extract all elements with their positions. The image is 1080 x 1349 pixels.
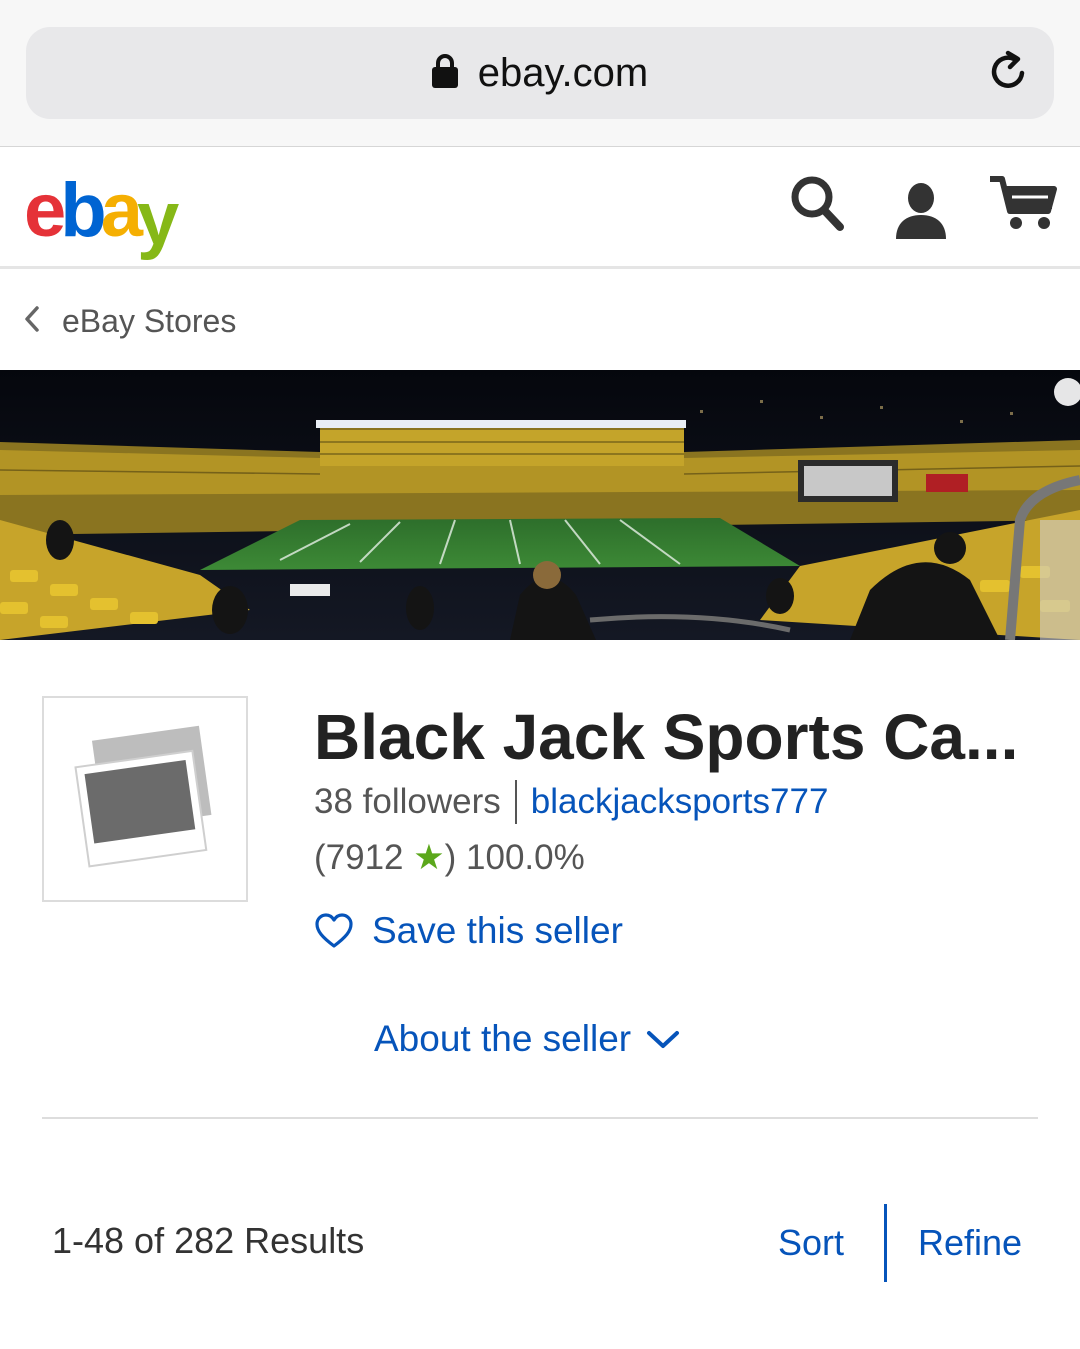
reload-icon[interactable] [986, 49, 1032, 95]
feedback-count: (7912 [314, 838, 414, 877]
save-seller-button[interactable]: Save this seller [314, 910, 623, 952]
store-name: Black Jack Sports Ca... [314, 701, 1019, 773]
sort-refine-divider [884, 1204, 887, 1282]
feedback-percentage: ) 100.0% [444, 838, 585, 877]
star-icon: ★ [413, 838, 445, 877]
seller-feedback[interactable]: (7912 ★) 100.0% [314, 838, 585, 878]
browser-chrome: ebay.com [0, 0, 1080, 147]
section-divider [42, 1117, 1038, 1119]
results-count: 1-48 of 282 Results [52, 1220, 365, 1261]
address-bar[interactable]: ebay.com [26, 27, 1054, 119]
logo-letter-e: e [24, 168, 66, 253]
save-seller-label: Save this seller [372, 910, 623, 951]
image-placeholder-icon [74, 725, 212, 868]
chevron-left-icon [25, 306, 39, 332]
lock-icon [431, 54, 458, 88]
cart-icon[interactable] [988, 175, 1058, 231]
seller-username-link[interactable]: blackjacksports777 [531, 782, 829, 822]
refine-button[interactable]: Refine [918, 1222, 1022, 1264]
heart-icon [315, 913, 353, 948]
followers-count: 38 followers [314, 782, 501, 821]
ebay-logo[interactable]: ebay [24, 167, 179, 261]
ebay-header: ebay [0, 147, 1080, 269]
account-icon[interactable] [894, 181, 948, 239]
breadcrumb[interactable]: eBay Stores [0, 269, 1080, 369]
logo-letter-a: a [100, 168, 143, 253]
about-seller-label: About the seller [374, 1018, 632, 1059]
url-text: ebay.com [477, 50, 649, 95]
chevron-down-icon [647, 1031, 680, 1048]
store-banner-image [0, 370, 1080, 640]
about-seller-toggle[interactable]: About the seller [374, 1018, 681, 1060]
store-stats: 38 followers blackjacksports777 [314, 780, 828, 824]
logo-letter-y: y [137, 176, 179, 261]
search-icon[interactable] [790, 175, 844, 231]
stats-divider [514, 780, 517, 824]
breadcrumb-label: eBay Stores [62, 303, 237, 339]
store-avatar [42, 696, 248, 902]
sort-button[interactable]: Sort [778, 1222, 844, 1264]
logo-letter-b: b [60, 168, 107, 253]
